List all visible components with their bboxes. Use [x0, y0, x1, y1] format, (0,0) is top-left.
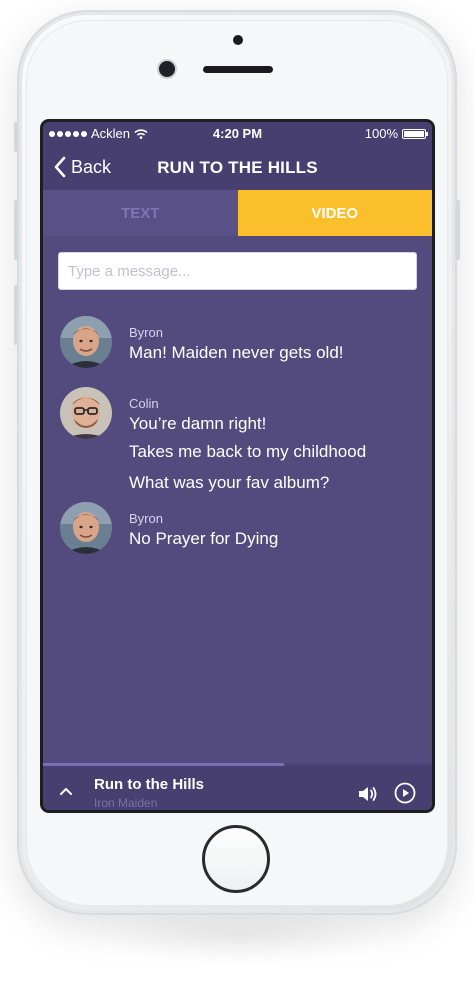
- battery-status: 100%: [364, 126, 428, 141]
- message-text: What was your fav album?: [129, 473, 330, 492]
- tab-text[interactable]: TEXT: [43, 190, 238, 236]
- nav-bar: Back RUN TO THE HILLS: [43, 144, 432, 190]
- sender-name: Byron: [129, 325, 163, 340]
- earpiece-speaker: [203, 66, 273, 73]
- byron-avatar[interactable]: [60, 316, 112, 368]
- page-title: RUN TO THE HILLS: [157, 158, 318, 177]
- sender-name: Colin: [129, 396, 159, 411]
- message-text: Man! Maiden never gets old!: [129, 343, 344, 362]
- message-text: You’re damn right!: [129, 414, 267, 433]
- message-body: Byron Man! Maiden never gets old!: [129, 316, 419, 363]
- mute-switch: [14, 122, 18, 152]
- artist-name: Iron Maiden: [94, 796, 158, 810]
- colin-avatar[interactable]: [60, 387, 112, 439]
- home-button[interactable]: [202, 825, 270, 893]
- message-input[interactable]: [58, 252, 417, 290]
- tab-bar: TEXT VIDEO: [43, 190, 432, 236]
- front-camera: [159, 61, 175, 77]
- message-body: Colin You’re damn right! Takes me back t…: [129, 387, 419, 493]
- sender-name: Byron: [129, 511, 163, 526]
- play-icon[interactable]: [394, 782, 416, 804]
- volume-up-button: [14, 200, 18, 260]
- power-button: [456, 200, 460, 260]
- proximity-sensor: [233, 35, 243, 45]
- battery-icon: [402, 128, 428, 139]
- tab-video[interactable]: VIDEO: [237, 190, 432, 236]
- message-text: Takes me back to my childhood: [129, 442, 367, 461]
- app-screen: Acklen 4:20 PM 100% Back RUN TO THE HILL…: [43, 122, 432, 810]
- now-playing-bar: Run to the Hills Iron Maiden: [43, 766, 432, 810]
- volume-down-button: [14, 285, 18, 345]
- battery-percent: 100%: [364, 126, 398, 141]
- status-bar: Acklen 4:20 PM 100%: [43, 122, 432, 144]
- song-title: Run to the Hills: [94, 776, 204, 793]
- byron-avatar[interactable]: [60, 502, 112, 554]
- volume-icon[interactable]: [357, 784, 379, 804]
- message-text: No Prayer for Dying: [129, 529, 279, 548]
- chevron-up-icon[interactable]: [59, 786, 73, 796]
- message-body: Byron No Prayer for Dying: [129, 502, 419, 549]
